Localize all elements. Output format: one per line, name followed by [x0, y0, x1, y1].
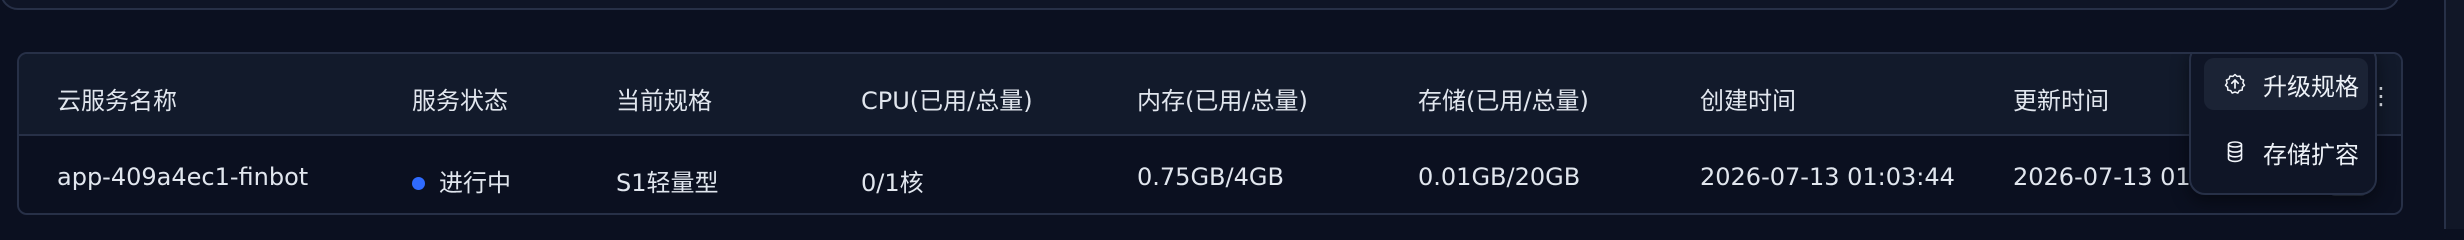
column-header-current-spec: 当前规格: [616, 87, 712, 115]
actions-dropdown: 升级规格 存储扩容: [2189, 54, 2377, 195]
dropdown-item-storage-expand[interactable]: 存储扩容: [2204, 126, 2368, 178]
right-edge-panel: [2444, 0, 2464, 229]
dropdown-item-upgrade-spec[interactable]: 升级规格: [2204, 58, 2368, 110]
cpu-cell: 0/1核: [861, 169, 924, 197]
current-spec-cell: S1轻量型: [616, 169, 719, 197]
top-panel: [0, 0, 2400, 10]
column-header-memory: 内存(已用/总量): [1137, 87, 1308, 115]
storage-cell: 0.01GB/20GB: [1418, 163, 1581, 191]
service-status-cell: 进行中: [439, 169, 511, 197]
column-header-service-name: 云服务名称: [57, 87, 177, 115]
database-icon: [2221, 138, 2249, 166]
column-header-service-status: 服务状态: [412, 87, 508, 115]
status-dot-icon: [412, 177, 425, 190]
dropdown-item-label: 升级规格: [2263, 72, 2359, 101]
created-time-cell: 2026-07-13 01:03:44: [1700, 163, 1955, 191]
service-name-cell: app-409a4ec1-finbot: [57, 163, 309, 191]
service-table: 云服务名称 服务状态 当前规格 CPU(已用/总量) 内存(已用/总量) 存储(…: [17, 52, 2403, 215]
column-header-updated-time: 更新时间: [2013, 87, 2109, 115]
column-header-cpu: CPU(已用/总量): [861, 87, 1033, 115]
upgrade-icon: [2221, 70, 2249, 98]
column-header-storage: 存储(已用/总量): [1418, 87, 1589, 115]
dropdown-item-label: 存储扩容: [2263, 140, 2359, 169]
memory-cell: 0.75GB/4GB: [1137, 163, 1284, 191]
column-header-created-time: 创建时间: [1700, 87, 1796, 115]
